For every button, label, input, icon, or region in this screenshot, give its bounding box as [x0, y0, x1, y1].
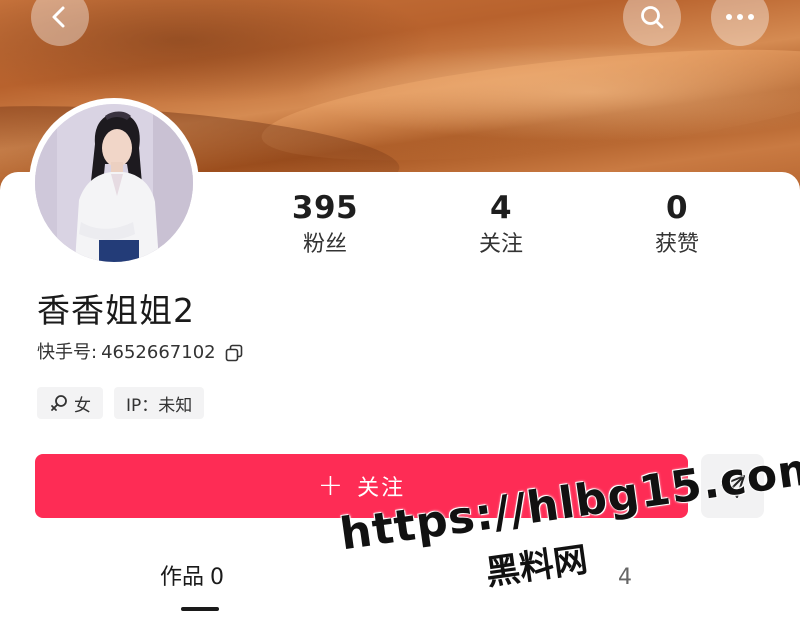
plus-icon: + — [317, 468, 346, 503]
following-count: 4 — [489, 190, 513, 226]
kuaishou-id-row: 快手号: 4652667102 — [37, 340, 244, 366]
profile-tags: 女 IP：未知 — [37, 387, 205, 419]
avatar[interactable] — [29, 98, 199, 268]
search-icon — [641, 6, 664, 29]
tab-works-count: 0 — [210, 565, 225, 590]
stat-likes[interactable]: 0 获赞 — [597, 190, 757, 260]
chevron-left-icon — [52, 6, 65, 28]
profile-name: 香香姐姐2 — [37, 291, 195, 330]
female-icon — [49, 393, 69, 413]
kuaishou-id-value: 4652667102 — [101, 342, 216, 363]
ip-label: IP：未知 — [126, 395, 193, 416]
tab-works-label: 作品 — [160, 565, 205, 590]
avatar-image — [35, 104, 193, 262]
likes-label: 获赞 — [654, 232, 699, 257]
kuaishou-id-label: 快手号: — [37, 342, 98, 363]
following-label: 关注 — [478, 232, 523, 257]
fans-count: 395 — [291, 190, 359, 226]
more-horizontal-icon — [726, 14, 754, 20]
gender-tag: 女 — [37, 387, 103, 419]
ip-tag: IP：未知 — [114, 387, 205, 419]
copy-icon[interactable] — [224, 343, 244, 363]
tab-active-indicator — [181, 607, 219, 611]
tab-works[interactable]: 作品 0 — [160, 562, 224, 594]
gender-label: 女 — [74, 395, 91, 416]
likes-count: 0 — [665, 190, 689, 226]
stat-following[interactable]: 4 关注 — [421, 190, 581, 260]
fans-label: 粉丝 — [302, 232, 347, 257]
stat-fans[interactable]: 395 粉丝 — [245, 190, 405, 260]
follow-button-label: 关注 — [357, 476, 406, 501]
